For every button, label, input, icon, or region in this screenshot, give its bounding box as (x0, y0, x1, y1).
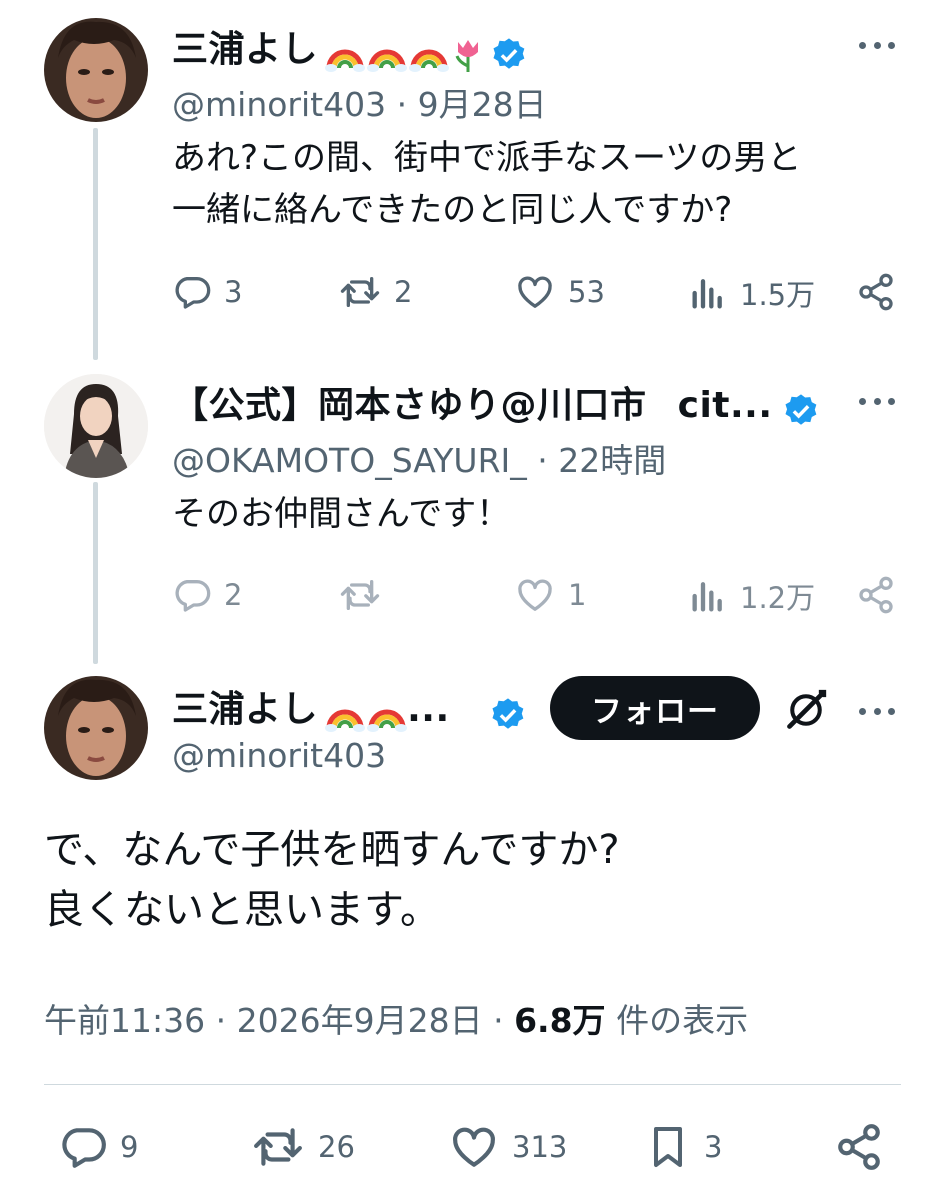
tweet1-text-line2: 一緒に絡んできたのと同じ人ですか? (172, 190, 733, 230)
retweet-icon (340, 580, 380, 610)
reply-button[interactable]: 9 (58, 1122, 138, 1172)
main-header: 三浦よし ... (172, 680, 527, 738)
more-icon[interactable] (859, 396, 895, 406)
reply-count: 9 (120, 1130, 139, 1164)
retweet-count: 26 (318, 1130, 355, 1164)
avatar-miura[interactable] (44, 18, 148, 122)
reply-icon (62, 1128, 106, 1168)
rainbow-emoji (367, 698, 408, 736)
share-icon (838, 1124, 880, 1170)
grok-icon[interactable] (784, 688, 828, 736)
retweet-count: 2 (394, 275, 413, 309)
main-name-ellipsis: ... (407, 689, 450, 730)
thread-line-1 (93, 128, 98, 360)
bookmark-count: 3 (704, 1130, 723, 1164)
reply-button[interactable]: 2 (172, 575, 242, 615)
thread-line-2 (93, 482, 98, 664)
like-icon (453, 1127, 495, 1167)
tweet1-text-line1: あれ?この間、街中で派手なスーツの男と (172, 138, 802, 178)
tweet2-meta: @OKAMOTO_SAYURI_ · 22時間 (172, 434, 666, 482)
main-tweet-text: で、なんで子供を晒すんですか? 良くないと思います。 (44, 820, 620, 940)
share-icon (859, 576, 893, 614)
tweet1-date[interactable]: 9月28日 (418, 85, 547, 124)
retweet-button[interactable] (338, 575, 394, 615)
divider (44, 1084, 901, 1085)
dot-separator: · (493, 1001, 504, 1040)
tweet1-text: あれ?この間、街中で派手なスーツの男と 一緒に絡んできたのと同じ人ですか? (172, 132, 801, 236)
tweet2-text: そのお仲間さんです！ (172, 494, 511, 534)
bookmark-icon (654, 1127, 682, 1167)
verified-badge-icon[interactable] (489, 696, 527, 738)
tweet2-header: 【公式】岡本さゆり@川口市 cit... (172, 376, 820, 434)
reply-icon (175, 580, 211, 612)
bookmark-button[interactable]: 3 (644, 1122, 722, 1172)
main-text-line1: で、なんで子供を晒すんですか? (44, 827, 620, 873)
reply-count: 2 (224, 578, 243, 612)
retweet-button[interactable]: 26 (250, 1122, 355, 1172)
views-count: 1.2万 (740, 581, 816, 615)
main-views-count: 6.8万 (514, 1001, 606, 1040)
main-display-name[interactable]: 三浦よし (172, 689, 318, 730)
views-icon (692, 582, 722, 612)
share-button[interactable] (856, 575, 908, 615)
like-button[interactable]: 1 (514, 575, 586, 615)
tweet2-display-name-tail[interactable]: cit... (678, 385, 773, 426)
share-button[interactable] (856, 272, 908, 312)
like-count: 313 (512, 1130, 568, 1164)
follow-button[interactable]: フォロー (550, 676, 760, 740)
views-button[interactable]: 1.5万 (688, 272, 815, 314)
tweet2-handle[interactable]: @OKAMOTO_SAYURI_ (172, 441, 527, 480)
main-meta: 午前11:36 · 2026年9月28日 · 6.8万 件の表示 (44, 994, 748, 1042)
tweet1-header: 三浦よし (172, 20, 528, 78)
avatar-okamoto[interactable] (44, 374, 148, 478)
like-count: 53 (568, 275, 605, 309)
like-button[interactable]: 313 (448, 1122, 567, 1172)
views-icon (692, 279, 722, 309)
avatar-miura-main[interactable] (44, 676, 148, 780)
views-button[interactable]: 1.2万 (688, 575, 815, 617)
main-views-label: 件の表示 (616, 1001, 749, 1040)
reply-count: 3 (224, 275, 243, 309)
tweet2-display-name[interactable]: 【公式】岡本さゆり@川口市 (172, 385, 647, 426)
dot-separator: · (537, 441, 548, 480)
tweet1-display-name[interactable]: 三浦よし (172, 29, 318, 70)
like-count: 1 (568, 578, 587, 612)
main-handle[interactable]: @minorit403 (172, 736, 386, 775)
rainbow-emoji (367, 38, 408, 76)
like-icon (518, 276, 552, 308)
main-time[interactable]: 午前11:36 (44, 1001, 205, 1040)
reply-button[interactable]: 3 (172, 272, 242, 312)
rainbow-emoji (325, 38, 366, 76)
share-icon (859, 273, 893, 311)
main-text-line2: 良くないと思います。 (44, 887, 440, 933)
retweet-icon (254, 1128, 302, 1166)
more-icon[interactable] (859, 706, 895, 716)
tulip-emoji (451, 36, 485, 78)
more-icon[interactable] (859, 40, 895, 50)
verified-badge-icon[interactable] (782, 392, 820, 434)
main-date[interactable]: 2026年9月28日 (237, 1001, 483, 1040)
rainbow-emoji (409, 38, 450, 76)
retweet-button[interactable]: 2 (338, 272, 412, 312)
like-icon (518, 579, 552, 611)
rainbow-emoji (325, 698, 366, 736)
dot-separator: · (396, 85, 408, 124)
tweet1-handle[interactable]: @minorit403 (172, 85, 386, 124)
retweet-icon (340, 277, 380, 307)
views-count: 1.5万 (740, 278, 816, 312)
tweet2-time[interactable]: 22時間 (558, 441, 666, 480)
like-button[interactable]: 53 (514, 272, 605, 312)
tweet1-meta: @minorit403 · 9月28日 (172, 78, 547, 126)
verified-badge-icon[interactable] (490, 36, 528, 78)
reply-icon (175, 277, 211, 309)
share-button[interactable] (834, 1122, 896, 1172)
dot-separator: · (215, 1001, 227, 1040)
